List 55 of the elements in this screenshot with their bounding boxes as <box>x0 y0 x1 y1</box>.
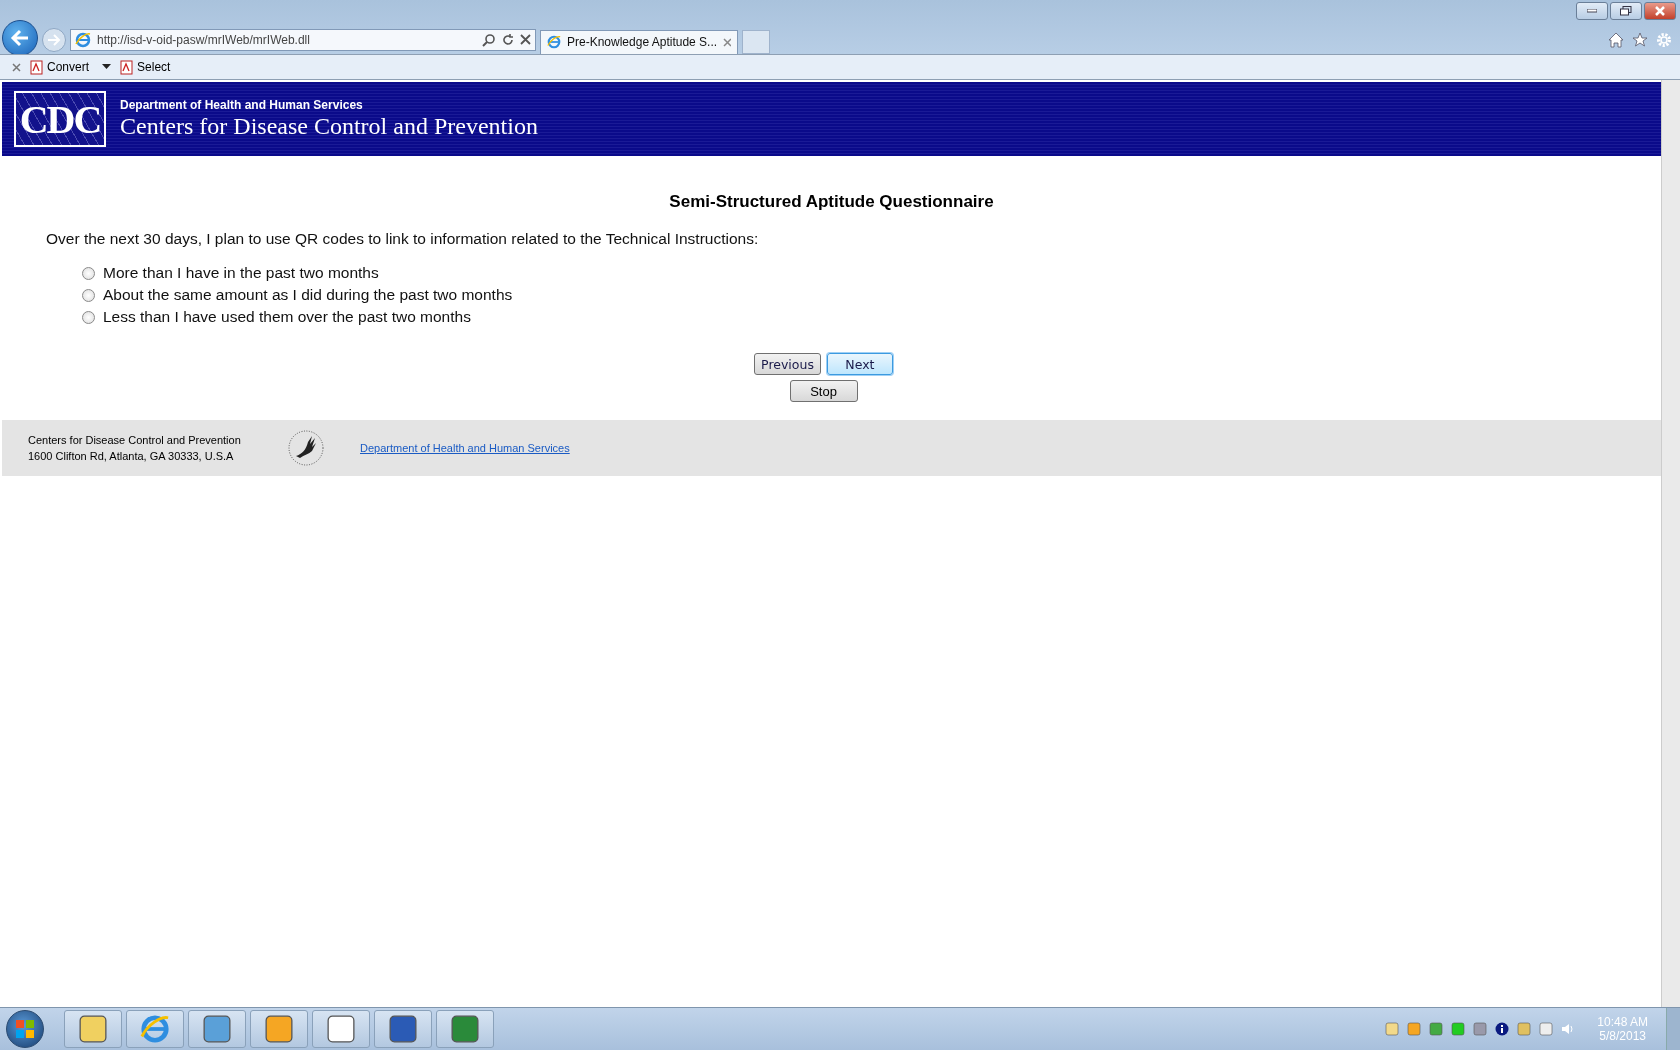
close-toolbar-icon[interactable] <box>12 62 21 72</box>
address-bar[interactable]: http://isd-v-oid-pasw/mrIWeb/mrIWeb.dll <box>70 28 536 51</box>
pdf-document-icon <box>29 59 44 75</box>
answer-option[interactable]: About the same amount as I did during the past two months <box>82 286 1661 304</box>
footer-text: Centers for Disease Control and Prevention <box>28 434 242 446</box>
question-text: Over the next 30 days, I plan to use QR codes to link to information related to the Technical Instructions: <box>46 230 760 248</box>
taskbar-mail-button[interactable] <box>250 1010 308 1048</box>
dropdown-caret-icon[interactable] <box>102 64 112 70</box>
ie-logo-icon <box>75 31 91 48</box>
refresh-icon[interactable] <box>502 33 514 46</box>
back-arrow-icon <box>10 28 30 47</box>
pdf-document-icon <box>119 59 135 75</box>
footer-text: 1600 Clifton Rd, Atlanta, GA 30333, U.S.A <box>28 450 235 462</box>
browser-tab[interactable]: Pre-Knowledge Aptitude S... <box>540 29 738 54</box>
taskbar-folder-button[interactable] <box>64 1010 122 1048</box>
ie-logo-icon <box>140 1014 170 1044</box>
taskbar-browser-button[interactable] <box>126 1010 184 1048</box>
taskbar-spreadsheet-button[interactable] <box>436 1010 494 1048</box>
nav-button[interactable]: Next <box>826 353 893 375</box>
forward-button[interactable] <box>42 27 66 52</box>
toolbar-button[interactable]: Convert <box>29 59 112 75</box>
info-icon[interactable] <box>1495 1022 1510 1036</box>
windows-logo-icon <box>15 1019 35 1039</box>
start-button[interactable] <box>6 1010 44 1048</box>
close-button[interactable] <box>1644 2 1676 20</box>
stop-icon[interactable] <box>520 34 531 45</box>
back-button[interactable] <box>2 19 38 56</box>
radio-button[interactable] <box>82 310 95 324</box>
radio-button[interactable] <box>82 288 95 302</box>
close-tab-icon[interactable] <box>723 37 731 47</box>
taskbar-pdf-button[interactable] <box>312 1010 370 1048</box>
nav-button[interactable]: Previous <box>754 353 821 375</box>
minimize-icon <box>1587 9 1597 13</box>
answer-option[interactable]: Less than I have used them over the past two months <box>82 308 1661 326</box>
home-icon[interactable] <box>1608 31 1624 48</box>
taskbar-word-button[interactable] <box>374 1010 432 1048</box>
eagle-seal-icon <box>286 428 326 468</box>
ie-logo-icon <box>547 34 561 50</box>
restore-button[interactable] <box>1610 2 1642 20</box>
questionnaire-title: Semi-Structured Aptitude Questionnaire <box>668 192 995 212</box>
search-icon[interactable] <box>482 32 496 47</box>
answer-option[interactable]: More than I have in the past two months <box>82 264 1661 282</box>
close-icon <box>1655 6 1665 16</box>
star-icon[interactable] <box>1632 31 1648 48</box>
stop-button[interactable]: Stop <box>789 380 858 402</box>
toolbar-button[interactable]: Select <box>119 59 171 75</box>
agency-name: Centers for Disease Control and Prevention <box>120 113 538 140</box>
scrollbar[interactable] <box>1661 80 1680 1007</box>
cdc-logo: CDC <box>14 91 106 147</box>
radio-button[interactable] <box>82 266 95 280</box>
forward-arrow-icon <box>47 33 61 46</box>
department-name: Department of Health and Human Services <box>120 98 364 112</box>
taskbar-app-button[interactable] <box>188 1010 246 1048</box>
restore-icon <box>1620 6 1632 16</box>
footer-link[interactable]: Department of Health and Human Services <box>360 442 570 454</box>
